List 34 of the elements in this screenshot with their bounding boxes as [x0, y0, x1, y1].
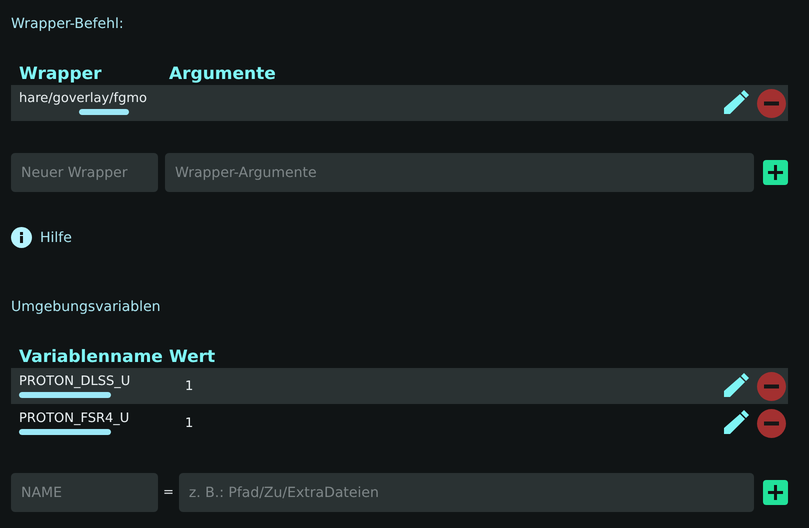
equals-sign: =	[163, 485, 174, 500]
section-label: Wrapper-Befehl:	[11, 16, 124, 32]
remove-icon[interactable]	[757, 88, 786, 118]
scrollbar[interactable]	[19, 429, 111, 435]
table-row[interactable]: PROTON_FSR4_U 1	[11, 405, 788, 441]
scrollbar[interactable]	[19, 392, 111, 398]
table-cell: hare/goverlay/fgmo	[19, 91, 147, 106]
section-label: Umgebungsvariablen	[11, 299, 161, 315]
column-header: Wert	[169, 347, 216, 367]
remove-icon[interactable]	[757, 408, 786, 438]
remove-icon[interactable]	[757, 372, 786, 400]
scrollbar[interactable]	[79, 109, 129, 115]
add-button[interactable]	[763, 480, 788, 505]
input-field[interactable]: Neuer Wrapper	[11, 153, 158, 192]
input-field[interactable]: Wrapper-Argumente	[165, 153, 754, 192]
pencil-icon[interactable]	[722, 409, 750, 437]
table-cell-text: 1	[184, 416, 194, 430]
pencil-icon[interactable]	[722, 372, 750, 400]
table-row[interactable]: hare/goverlay/fgmo	[11, 85, 788, 121]
add-button[interactable]	[763, 160, 788, 185]
table-row[interactable]: PROTON_DLSS_U 1	[11, 368, 788, 404]
plus-icon	[768, 485, 784, 500]
input-field[interactable]: z. B.: Pfad/Zu/ExtraDateien	[178, 473, 754, 512]
table-cell: PROTON_FSR4_U	[19, 411, 130, 426]
column-header: Variablenname	[19, 347, 163, 367]
pencil-icon[interactable]	[722, 89, 750, 117]
plus-icon	[768, 165, 783, 180]
table-cell-text: 1	[184, 378, 194, 394]
table-cell: PROTON_DLSS_U	[19, 374, 130, 389]
info-icon	[11, 227, 32, 248]
help-link[interactable]: Hilfe	[11, 227, 72, 248]
input-field[interactable]: NAME	[11, 473, 158, 512]
column-header: Argumente	[169, 64, 276, 84]
column-header: Wrapper	[19, 64, 102, 84]
